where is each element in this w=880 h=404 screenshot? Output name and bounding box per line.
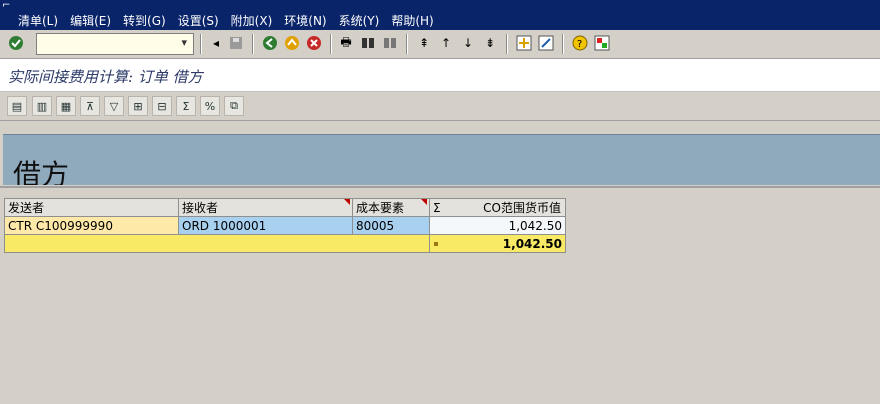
sort-icon[interactable]: ⊼ <box>80 96 100 116</box>
column-header-sum-indicator[interactable]: Σ CO范围货币值 <box>429 198 566 217</box>
prev-page-icon[interactable]: ↑ <box>438 35 454 51</box>
subtotal-icon[interactable]: % <box>200 96 220 116</box>
menu-system[interactable]: 系统(Y) <box>339 12 380 29</box>
menu-settings[interactable]: 设置(S) <box>178 12 219 29</box>
back-icon[interactable] <box>262 35 278 51</box>
save-icon[interactable] <box>228 35 244 51</box>
column-header-receiver[interactable]: 接收者 <box>178 198 353 217</box>
cell-cost-element[interactable]: 80005 <box>352 216 430 235</box>
expand-icon[interactable]: ⊞ <box>128 96 148 116</box>
export-icon[interactable]: ⧉ <box>224 96 244 116</box>
menu-bar: ⌐ 清单(L) 编辑(E) 转到(G) 设置(S) 附加(X) 环境(N) 系统… <box>0 0 880 30</box>
svg-text:?: ? <box>577 39 582 50</box>
total-icon[interactable]: Σ <box>176 96 196 116</box>
customize-layout-icon[interactable] <box>594 35 610 51</box>
menu-environment[interactable]: 环境(N) <box>284 12 326 29</box>
page-title: 实际间接费用计算: 订单 借方 <box>8 68 203 86</box>
system-menu-icon[interactable]: ⌐ <box>2 0 10 11</box>
shortcut-icon[interactable] <box>538 35 554 51</box>
new-session-icon[interactable] <box>516 35 532 51</box>
standard-toolbar: ▾ ◂ 🖶 ⇞ ↑ ↓ ⇟ ? <box>0 30 880 59</box>
list-header-area: 借方 <box>3 134 880 185</box>
total-row: 1,042.50 <box>4 234 566 253</box>
column-header-sender[interactable]: 发送者 <box>4 198 179 217</box>
cell-receiver[interactable]: ORD 1000001 <box>178 216 353 235</box>
list-grid-area: 发送者 接收者 成本要素 Σ CO范围货币值 CTR C100999990 ORD… <box>0 186 880 404</box>
exit-icon[interactable] <box>284 35 300 51</box>
print-icon[interactable]: 🖶 <box>338 35 354 51</box>
find-icon[interactable] <box>360 35 376 51</box>
cell-amount[interactable]: 1,042.50 <box>429 216 566 235</box>
columns-icon[interactable]: ▦ <box>56 96 76 116</box>
overhead-grid: 发送者 接收者 成本要素 Σ CO范围货币值 CTR C100999990 ORD… <box>4 198 566 253</box>
details-icon[interactable]: ▤ <box>7 96 27 116</box>
menu-list[interactable]: 清单(L) <box>18 12 58 29</box>
arrow-left-small-icon[interactable]: ◂ <box>208 35 224 51</box>
menu-extras[interactable]: 附加(X) <box>231 12 273 29</box>
check-icon[interactable] <box>8 35 24 51</box>
find-next-icon[interactable] <box>382 35 398 51</box>
command-field[interactable]: ▾ <box>36 33 194 55</box>
total-marker-icon <box>434 242 438 246</box>
application-toolbar: ▤ ▥ ▦ ⊼ ▽ ⊞ ⊟ Σ % ⧉ <box>0 92 880 121</box>
total-amount: 1,042.50 <box>502 236 562 251</box>
menu-edit[interactable]: 编辑(E) <box>70 12 111 29</box>
table-row[interactable]: CTR C100999990 ORD 1000001 80005 1,042.5… <box>4 216 566 235</box>
menu-help[interactable]: 帮助(H) <box>391 12 433 29</box>
help-icon[interactable]: ? <box>572 35 588 51</box>
next-page-icon[interactable]: ↓ <box>460 35 476 51</box>
total-row-blank <box>4 234 430 253</box>
collapse-icon[interactable]: ⊟ <box>152 96 172 116</box>
total-amount-cell: 1,042.50 <box>429 234 566 253</box>
select-layout-icon[interactable]: ▥ <box>32 96 52 116</box>
cell-sender[interactable]: CTR C100999990 <box>4 216 179 235</box>
cancel-icon[interactable] <box>306 35 322 51</box>
list-header-title: 借方 <box>13 158 70 185</box>
filter-icon[interactable]: ▽ <box>104 96 124 116</box>
command-history-icon[interactable]: ▾ <box>181 36 187 49</box>
menu-goto[interactable]: 转到(G) <box>123 12 166 29</box>
column-header-cost-element[interactable]: 成本要素 <box>352 198 430 217</box>
title-bar: 实际间接费用计算: 订单 借方 <box>0 59 880 92</box>
first-page-icon[interactable]: ⇞ <box>416 35 432 51</box>
last-page-icon[interactable]: ⇟ <box>482 35 498 51</box>
